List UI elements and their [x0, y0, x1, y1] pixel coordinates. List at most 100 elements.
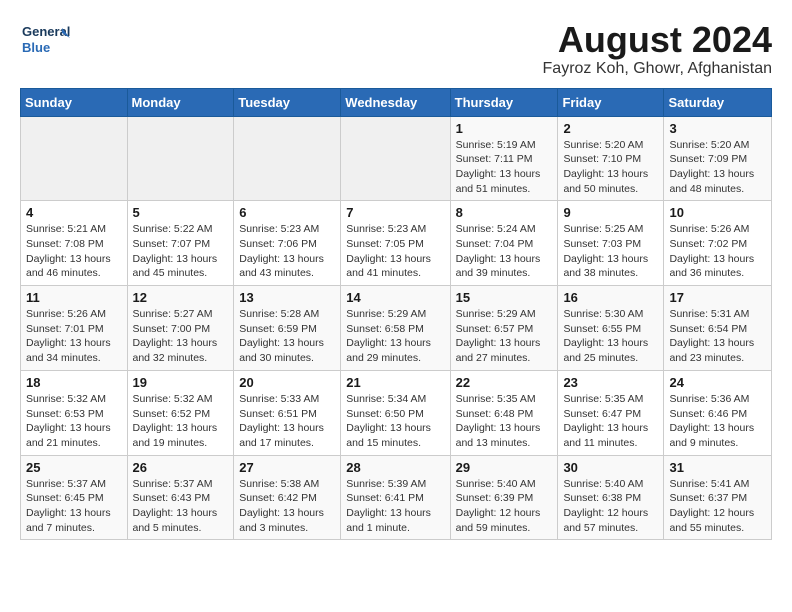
day-number: 9 [563, 205, 658, 220]
calendar-cell: 13 Sunrise: 5:28 AM Sunset: 6:59 PM Dayli… [234, 286, 341, 371]
calendar-cell: 29 Sunrise: 5:40 AM Sunset: 6:39 PM Dayli… [450, 455, 558, 540]
page-header: General Blue August 2024 Fayroz Koh, Gho… [20, 20, 772, 78]
calendar-cell: 24 Sunrise: 5:36 AM Sunset: 6:46 PM Dayli… [664, 370, 772, 455]
calendar-week-row: 1 Sunrise: 5:19 AM Sunset: 7:11 PM Daylig… [21, 116, 772, 201]
calendar-cell: 25Sunrise: 5:37 AM Sunset: 6:45 PM Dayli… [21, 455, 128, 540]
day-info: Sunrise: 5:32 AM Sunset: 6:53 PM Dayligh… [26, 392, 122, 451]
month-year: August 2024 [543, 20, 772, 60]
calendar-cell: 28 Sunrise: 5:39 AM Sunset: 6:41 PM Dayli… [341, 455, 450, 540]
day-number: 13 [239, 290, 335, 305]
calendar-day-header: Tuesday [234, 88, 341, 116]
calendar-cell: 7 Sunrise: 5:23 AM Sunset: 7:05 PM Daylig… [341, 201, 450, 286]
calendar-cell: 8 Sunrise: 5:24 AM Sunset: 7:04 PM Daylig… [450, 201, 558, 286]
location: Fayroz Koh, Ghowr, Afghanistan [543, 60, 772, 78]
day-number: 31 [669, 460, 766, 475]
calendar-day-header: Saturday [664, 88, 772, 116]
day-number: 21 [346, 375, 444, 390]
day-number: 25 [26, 460, 122, 475]
calendar-cell: 30 Sunrise: 5:40 AM Sunset: 6:38 PM Dayli… [558, 455, 664, 540]
day-number: 2 [563, 121, 658, 136]
day-info: Sunrise: 5:35 AM Sunset: 6:48 PM Dayligh… [456, 392, 553, 451]
calendar-cell: 20 Sunrise: 5:33 AM Sunset: 6:51 PM Dayli… [234, 370, 341, 455]
calendar-cell: 19Sunrise: 5:32 AM Sunset: 6:52 PM Dayli… [127, 370, 234, 455]
day-info: Sunrise: 5:29 AM Sunset: 6:57 PM Dayligh… [456, 307, 553, 366]
calendar-cell: 3 Sunrise: 5:20 AM Sunset: 7:09 PM Daylig… [664, 116, 772, 201]
day-number: 23 [563, 375, 658, 390]
calendar-cell: 17Sunrise: 5:31 AM Sunset: 6:54 PM Dayli… [664, 286, 772, 371]
day-number: 20 [239, 375, 335, 390]
day-info: Sunrise: 5:19 AM Sunset: 7:11 PM Dayligh… [456, 138, 553, 197]
day-number: 30 [563, 460, 658, 475]
logo: General Blue [20, 20, 70, 60]
day-info: Sunrise: 5:22 AM Sunset: 7:07 PM Dayligh… [133, 222, 229, 281]
day-info: Sunrise: 5:25 AM Sunset: 7:03 PM Dayligh… [563, 222, 658, 281]
calendar-table: SundayMondayTuesdayWednesdayThursdayFrid… [20, 88, 772, 541]
calendar-cell: 26 Sunrise: 5:37 AM Sunset: 6:43 PM Dayli… [127, 455, 234, 540]
calendar-cell: 12Sunrise: 5:27 AM Sunset: 7:00 PM Dayli… [127, 286, 234, 371]
day-info: Sunrise: 5:26 AM Sunset: 7:02 PM Dayligh… [669, 222, 766, 281]
calendar-cell [21, 116, 128, 201]
day-info: Sunrise: 5:40 AM Sunset: 6:39 PM Dayligh… [456, 477, 553, 536]
day-info: Sunrise: 5:28 AM Sunset: 6:59 PM Dayligh… [239, 307, 335, 366]
day-number: 8 [456, 205, 553, 220]
day-info: Sunrise: 5:40 AM Sunset: 6:38 PM Dayligh… [563, 477, 658, 536]
day-number: 7 [346, 205, 444, 220]
day-info: Sunrise: 5:23 AM Sunset: 7:06 PM Dayligh… [239, 222, 335, 281]
calendar-cell: 22Sunrise: 5:35 AM Sunset: 6:48 PM Dayli… [450, 370, 558, 455]
day-info: Sunrise: 5:33 AM Sunset: 6:51 PM Dayligh… [239, 392, 335, 451]
day-number: 4 [26, 205, 122, 220]
day-number: 28 [346, 460, 444, 475]
calendar-day-header: Wednesday [341, 88, 450, 116]
day-number: 5 [133, 205, 229, 220]
day-info: Sunrise: 5:21 AM Sunset: 7:08 PM Dayligh… [26, 222, 122, 281]
calendar-cell: 5 Sunrise: 5:22 AM Sunset: 7:07 PM Daylig… [127, 201, 234, 286]
calendar-cell [127, 116, 234, 201]
calendar-day-header: Sunday [21, 88, 128, 116]
calendar-cell: 27 Sunrise: 5:38 AM Sunset: 6:42 PM Dayli… [234, 455, 341, 540]
calendar-cell: 31Sunrise: 5:41 AM Sunset: 6:37 PM Dayli… [664, 455, 772, 540]
day-info: Sunrise: 5:23 AM Sunset: 7:05 PM Dayligh… [346, 222, 444, 281]
day-number: 17 [669, 290, 766, 305]
calendar-week-row: 25Sunrise: 5:37 AM Sunset: 6:45 PM Dayli… [21, 455, 772, 540]
day-number: 27 [239, 460, 335, 475]
day-number: 29 [456, 460, 553, 475]
calendar-day-header: Friday [558, 88, 664, 116]
day-info: Sunrise: 5:29 AM Sunset: 6:58 PM Dayligh… [346, 307, 444, 366]
calendar-week-row: 11 Sunrise: 5:26 AM Sunset: 7:01 PM Dayli… [21, 286, 772, 371]
day-info: Sunrise: 5:35 AM Sunset: 6:47 PM Dayligh… [563, 392, 658, 451]
day-number: 18 [26, 375, 122, 390]
calendar-day-header: Monday [127, 88, 234, 116]
day-info: Sunrise: 5:32 AM Sunset: 6:52 PM Dayligh… [133, 392, 229, 451]
title-area: August 2024 Fayroz Koh, Ghowr, Afghanist… [543, 20, 772, 78]
calendar-header-row: SundayMondayTuesdayWednesdayThursdayFrid… [21, 88, 772, 116]
day-number: 24 [669, 375, 766, 390]
calendar-cell: 6 Sunrise: 5:23 AM Sunset: 7:06 PM Daylig… [234, 201, 341, 286]
day-number: 26 [133, 460, 229, 475]
calendar-cell: 9 Sunrise: 5:25 AM Sunset: 7:03 PM Daylig… [558, 201, 664, 286]
day-info: Sunrise: 5:37 AM Sunset: 6:43 PM Dayligh… [133, 477, 229, 536]
day-info: Sunrise: 5:26 AM Sunset: 7:01 PM Dayligh… [26, 307, 122, 366]
day-number: 6 [239, 205, 335, 220]
day-info: Sunrise: 5:38 AM Sunset: 6:42 PM Dayligh… [239, 477, 335, 536]
logo-svg: General Blue [20, 20, 70, 60]
day-info: Sunrise: 5:20 AM Sunset: 7:09 PM Dayligh… [669, 138, 766, 197]
calendar-cell: 11 Sunrise: 5:26 AM Sunset: 7:01 PM Dayli… [21, 286, 128, 371]
day-info: Sunrise: 5:36 AM Sunset: 6:46 PM Dayligh… [669, 392, 766, 451]
calendar-cell [341, 116, 450, 201]
day-info: Sunrise: 5:24 AM Sunset: 7:04 PM Dayligh… [456, 222, 553, 281]
day-number: 10 [669, 205, 766, 220]
calendar-cell: 14Sunrise: 5:29 AM Sunset: 6:58 PM Dayli… [341, 286, 450, 371]
day-number: 3 [669, 121, 766, 136]
calendar-cell: 2 Sunrise: 5:20 AM Sunset: 7:10 PM Daylig… [558, 116, 664, 201]
day-info: Sunrise: 5:20 AM Sunset: 7:10 PM Dayligh… [563, 138, 658, 197]
calendar-cell: 1 Sunrise: 5:19 AM Sunset: 7:11 PM Daylig… [450, 116, 558, 201]
day-number: 1 [456, 121, 553, 136]
calendar-cell: 21Sunrise: 5:34 AM Sunset: 6:50 PM Dayli… [341, 370, 450, 455]
day-info: Sunrise: 5:30 AM Sunset: 6:55 PM Dayligh… [563, 307, 658, 366]
day-info: Sunrise: 5:39 AM Sunset: 6:41 PM Dayligh… [346, 477, 444, 536]
day-number: 11 [26, 290, 122, 305]
calendar-cell: 23 Sunrise: 5:35 AM Sunset: 6:47 PM Dayli… [558, 370, 664, 455]
day-number: 15 [456, 290, 553, 305]
calendar-week-row: 18 Sunrise: 5:32 AM Sunset: 6:53 PM Dayli… [21, 370, 772, 455]
day-number: 12 [133, 290, 229, 305]
